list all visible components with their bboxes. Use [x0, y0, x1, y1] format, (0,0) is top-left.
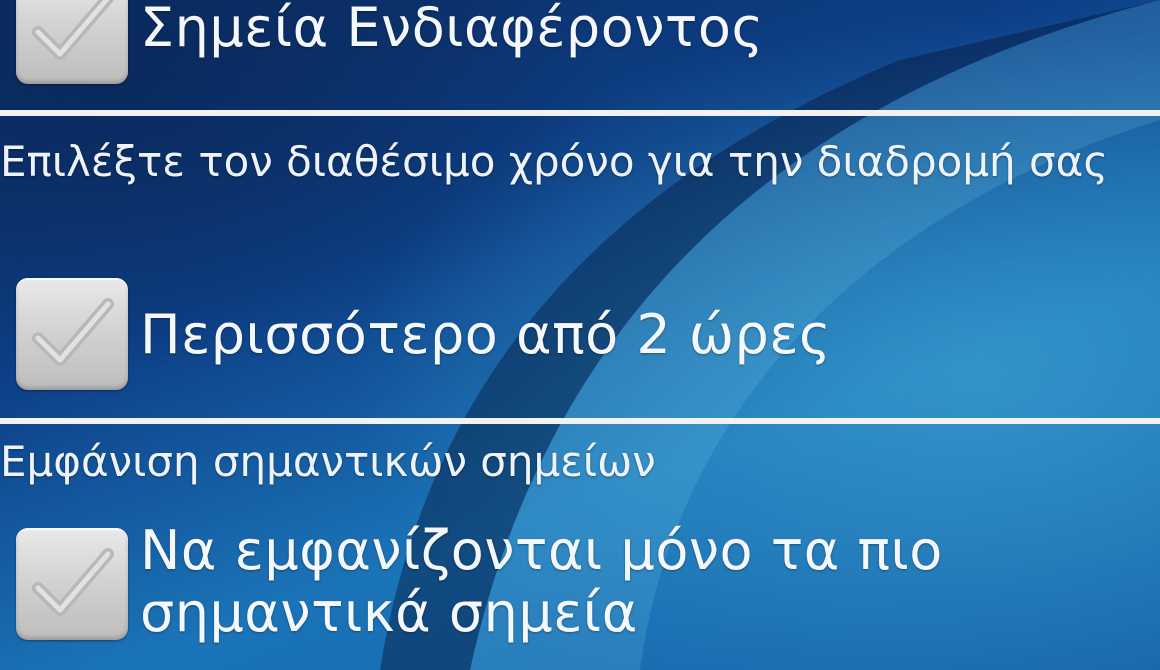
settings-screen: Σημεία Ενδιαφέροντος Επιλέξτε τον διαθέσ… [0, 0, 1160, 670]
display-section-title: Εμφάνιση σημαντικών σημείων [0, 437, 656, 486]
option-row-time[interactable]: Περισσότερο από 2 ώρες [0, 278, 1160, 390]
poi-label: Σημεία Ενδιαφέροντος [140, 0, 764, 59]
time-more-than-2h-checkbox[interactable] [16, 278, 128, 390]
option-row-important[interactable]: Να εμφανίζονται μόνο τα πιο σημαντικά ση… [0, 520, 1160, 644]
important-only-label: Να εμφανίζονται μόνο τα πιο σημαντικά ση… [140, 519, 943, 644]
time-more-than-2h-label: Περισσότερο από 2 ώρες [140, 303, 832, 366]
section-divider [0, 418, 1160, 424]
checkmark-icon [32, 0, 114, 60]
important-only-checkbox[interactable] [16, 528, 128, 640]
option-row-poi[interactable]: Σημεία Ενδιαφέροντος [0, 0, 1160, 84]
checkmark-icon [32, 548, 114, 616]
checkmark-icon [32, 298, 114, 366]
time-section-title: Επιλέξτε τον διαθέσιμο χρόνο για την δια… [0, 137, 1108, 186]
poi-checkbox[interactable] [16, 0, 128, 84]
section-divider [0, 110, 1160, 116]
